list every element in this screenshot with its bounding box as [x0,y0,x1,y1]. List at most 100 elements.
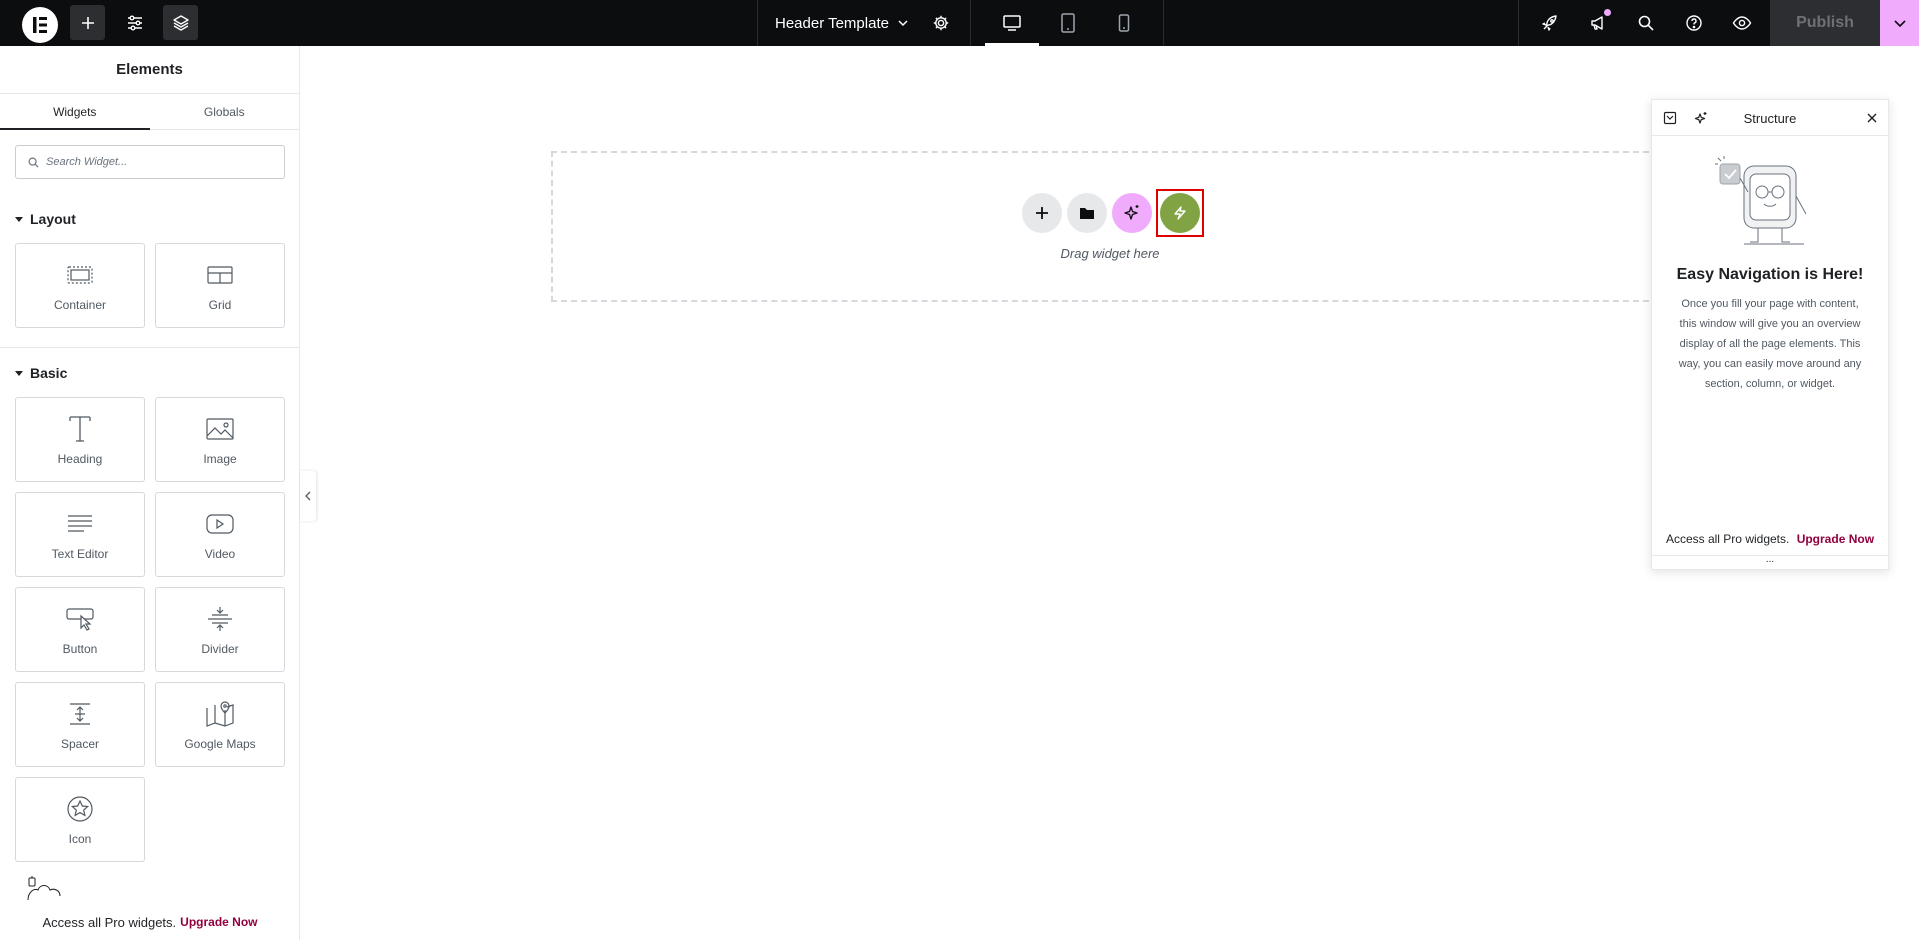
container-icon [66,260,94,290]
site-settings-button[interactable] [117,5,152,40]
chevron-left-icon [305,491,311,501]
desktop-icon [1003,15,1021,31]
desktop-view-button[interactable] [985,0,1039,46]
widget-label: Heading [57,452,103,466]
widget-button[interactable]: Button [15,587,145,672]
category-basic-toggle[interactable]: Basic [15,365,67,381]
drag-widget-hint: Drag widget here [1060,246,1160,261]
ai-assist-button[interactable] [1691,108,1711,128]
widget-image[interactable]: Image [155,397,285,482]
preview-button[interactable] [1727,0,1757,46]
structure-illustration [1714,156,1824,253]
structure-button[interactable] [163,5,198,40]
notification-dot [1604,9,1611,16]
button-icon [65,604,95,634]
video-icon [205,509,235,539]
grid-icon [206,260,234,290]
close-structure-button[interactable] [1862,108,1882,128]
collapse-all-button[interactable] [1660,108,1680,128]
gear-icon [933,15,949,31]
structure-description: Once you fill your page with content, th… [1678,298,1862,390]
help-button[interactable] [1679,0,1709,46]
divider-icon [206,604,234,634]
resize-handle[interactable]: ... [1652,555,1888,569]
structure-panel: Structure Easy Navigation is Here! Once … [1651,99,1889,570]
widget-divider[interactable]: Divider [155,587,285,672]
page-settings-button[interactable] [926,0,956,46]
image-icon [205,414,235,444]
structure-heading: Easy Navigation is Here! [1676,266,1864,283]
megaphone-icon [1591,16,1603,30]
tablet-view-button[interactable] [1041,0,1095,46]
caret-down-icon [15,370,23,376]
structure-title: Structure [1743,110,1797,126]
widget-heading[interactable]: Heading [15,397,145,482]
publish-options-button[interactable] [1880,0,1919,46]
add-section-button[interactable] [1022,193,1062,233]
widget-container[interactable]: Container [15,243,145,328]
pro-promo-illustration [24,876,94,905]
widget-video[interactable]: Video [155,492,285,577]
tab-globals[interactable]: Globals [150,94,300,129]
mobile-view-button[interactable] [1097,0,1151,46]
structure-header: Structure [1652,100,1888,136]
upgrade-now-link[interactable]: Upgrade Now [1797,532,1874,546]
document-title: Header Template [775,14,889,32]
widget-icon[interactable]: Icon [15,777,145,862]
chevron-down-icon [1893,20,1906,28]
search-input[interactable] [46,156,266,168]
launchpad-button[interactable] [1535,0,1565,46]
plus-icon [81,16,94,29]
sparkle-icon [1694,112,1707,124]
topbar-right-tools [1518,0,1770,46]
close-icon [1867,113,1877,123]
folder-icon [1080,208,1094,219]
category-layout-toggle[interactable]: Layout [15,211,76,227]
widget-label: Video [204,547,236,561]
collapse-icon [1663,111,1677,125]
rocket-icon [1542,15,1557,31]
widget-label: Google Maps [184,737,256,751]
sparkle-icon [1124,205,1139,220]
widget-label: Grid [208,298,232,312]
category-divider [0,347,299,348]
caret-down-icon [15,216,23,222]
tab-widgets[interactable]: Widgets [0,94,150,130]
star-icon [65,794,95,824]
pro-upgrade-banner: Access all Pro widgets. Upgrade Now [0,904,299,940]
upgrade-now-link[interactable]: Upgrade Now [180,915,257,929]
widget-spacer[interactable]: Spacer [15,682,145,767]
ai-button[interactable] [1112,193,1152,233]
device-switcher [970,0,1164,46]
elements-panel: Elements Widgets Globals Layout Containe… [0,46,300,940]
tablet-icon [1061,13,1075,33]
whats-new-button[interactable] [1583,0,1613,46]
collapse-panel-button[interactable] [300,471,316,521]
template-library-button[interactable] [1067,193,1107,233]
widget-search[interactable] [15,145,285,179]
category-label: Layout [30,211,76,227]
search-button[interactable] [1631,0,1661,46]
elementor-logo-icon[interactable] [22,7,58,43]
widget-label: Container [53,298,107,312]
layers-icon [172,14,189,31]
eye-icon [1732,16,1752,30]
pro-upgrade-text: Access all Pro widgets. [42,914,177,930]
publish-button[interactable]: Publish [1770,0,1880,46]
map-icon [205,699,235,729]
search-icon [28,157,39,168]
widget-grid[interactable]: Grid [155,243,285,328]
widget-label: Spacer [60,737,100,751]
widget-label: Image [203,452,237,466]
mobile-icon [1118,14,1130,32]
add-element-button[interactable] [70,5,105,40]
selection-highlight [1156,189,1204,237]
widget-google-maps[interactable]: Google Maps [155,682,285,767]
widget-text-editor[interactable]: Text Editor [15,492,145,577]
text-editor-icon [66,509,94,539]
sliders-icon [127,15,142,30]
empty-section-dropzone[interactable] [551,151,1669,302]
category-label: Basic [30,365,68,381]
widget-label: Button [62,642,98,656]
pro-upgrade-text: Access all Pro widgets. [1665,532,1790,546]
